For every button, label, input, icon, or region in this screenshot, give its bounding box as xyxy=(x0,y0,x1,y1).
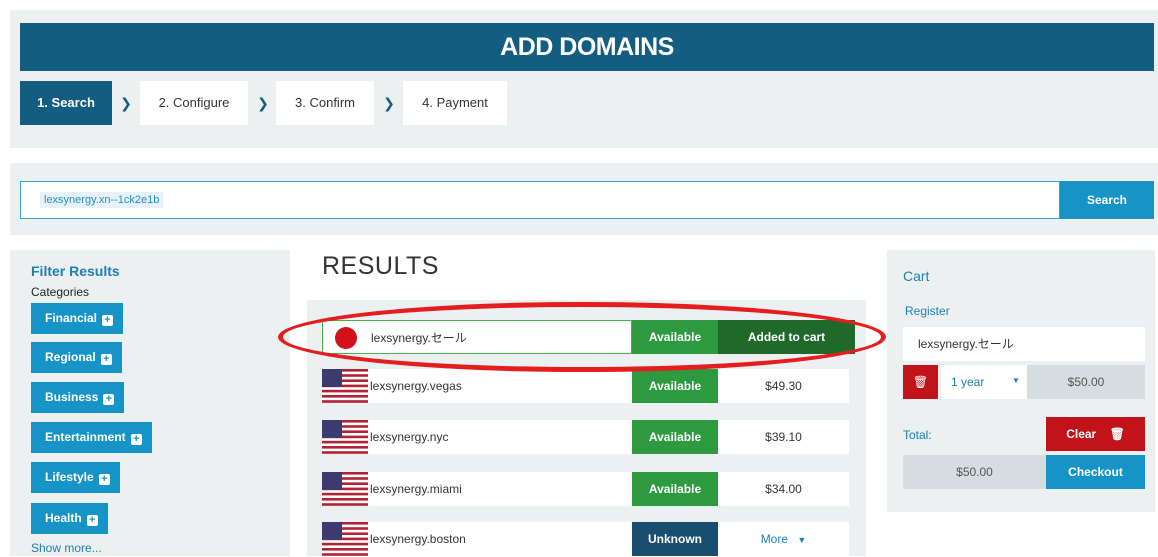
checkout-button[interactable]: Checkout xyxy=(1046,455,1145,489)
cart-item-price: $50.00 xyxy=(1027,365,1145,399)
plus-icon: + xyxy=(102,315,114,326)
category-lifestyle[interactable]: Lifestyle + xyxy=(31,462,120,493)
show-more-link[interactable]: Show more... xyxy=(31,541,102,555)
status-badge: Unknown xyxy=(632,522,718,556)
step-payment[interactable]: 4. Payment xyxy=(403,81,507,125)
added-to-cart-button[interactable]: Added to cart xyxy=(718,320,855,354)
category-business[interactable]: Business + xyxy=(31,382,125,413)
japan-flag-icon xyxy=(335,327,357,349)
step-confirm[interactable]: 3. Confirm xyxy=(276,81,374,125)
search-button[interactable]: Search xyxy=(1060,181,1154,219)
total-label: Total: xyxy=(903,428,932,442)
clear-label: Clear xyxy=(1066,427,1097,441)
result-row-domain: lexsynergy.nyc xyxy=(322,420,632,454)
price-button[interactable]: $34.00 xyxy=(718,472,849,506)
domain-name: lexsynergy.vegas xyxy=(370,379,462,393)
caret-down-icon: ▼ xyxy=(1012,376,1020,385)
plus-icon: + xyxy=(130,434,142,445)
category-label: Regional xyxy=(45,350,96,364)
categories-label: Categories xyxy=(31,285,90,299)
category-regional[interactable]: Regional + xyxy=(31,342,122,373)
trash-icon: 🗑 xyxy=(1109,427,1125,441)
cart-item-domain: lexsynergy.セール xyxy=(903,327,1145,361)
category-label: Business xyxy=(45,390,99,404)
category-label: Lifestyle xyxy=(45,470,94,484)
step-search[interactable]: 1. Search xyxy=(20,81,112,125)
step-configure[interactable]: 2. Configure xyxy=(140,81,248,125)
plus-icon: + xyxy=(100,354,112,365)
cart-register-label: Register xyxy=(905,304,950,318)
clear-cart-button[interactable]: Clear 🗑 xyxy=(1046,417,1145,451)
chevron-right-icon: ❯ xyxy=(257,95,269,111)
result-row-domain: lexsynergy.boston xyxy=(322,522,632,556)
price-button[interactable]: $49.30 xyxy=(718,369,849,403)
caret-down-icon: ▼ xyxy=(797,535,807,545)
category-health[interactable]: Health + xyxy=(31,503,108,534)
status-badge: Available xyxy=(632,320,718,354)
more-dropdown-button[interactable]: More ▼ xyxy=(718,522,849,556)
category-label: Health xyxy=(45,511,82,525)
result-row-domain: lexsynergy.vegas xyxy=(322,369,632,403)
page-title: ADD DOMAINS xyxy=(20,23,1154,71)
filter-title: Filter Results xyxy=(31,263,120,279)
domain-name: lexsynergy.nyc xyxy=(370,430,449,444)
domain-name: lexsynergy.boston xyxy=(370,532,466,546)
search-input[interactable]: lexsynergy.xn--1ck2e1b xyxy=(20,181,1060,219)
results-title: RESULTS xyxy=(322,252,439,280)
total-price: $50.00 xyxy=(903,455,1046,489)
result-row-domain: lexsynergy.miami xyxy=(322,472,632,506)
chevron-right-icon: ❯ xyxy=(120,95,132,111)
status-badge: Available xyxy=(632,420,718,454)
cart-title: Cart xyxy=(903,268,930,284)
plus-icon: + xyxy=(86,515,98,526)
category-label: Financial xyxy=(45,311,98,325)
us-flag-icon xyxy=(322,472,368,506)
status-badge: Available xyxy=(632,472,718,506)
search-query: lexsynergy.xn--1ck2e1b xyxy=(40,192,164,208)
trash-icon: 🗑 xyxy=(912,375,929,389)
price-button[interactable]: $39.10 xyxy=(718,420,849,454)
chevron-right-icon: ❯ xyxy=(383,95,395,111)
plus-icon: + xyxy=(103,394,115,405)
us-flag-icon xyxy=(322,420,368,454)
domain-name: lexsynergy.セール xyxy=(371,331,467,345)
more-label: More xyxy=(760,532,789,546)
result-row-domain: lexsynergy.セール xyxy=(322,320,632,354)
category-entertainment[interactable]: Entertainment + xyxy=(31,422,152,453)
us-flag-icon xyxy=(322,522,368,556)
us-flag-icon xyxy=(322,369,368,403)
status-badge: Available xyxy=(632,369,718,403)
category-financial[interactable]: Financial + xyxy=(31,303,124,334)
remove-item-button[interactable]: 🗑 xyxy=(903,365,938,399)
plus-icon: + xyxy=(98,474,110,485)
category-label: Entertainment xyxy=(45,430,126,444)
domain-name: lexsynergy.miami xyxy=(370,482,462,496)
